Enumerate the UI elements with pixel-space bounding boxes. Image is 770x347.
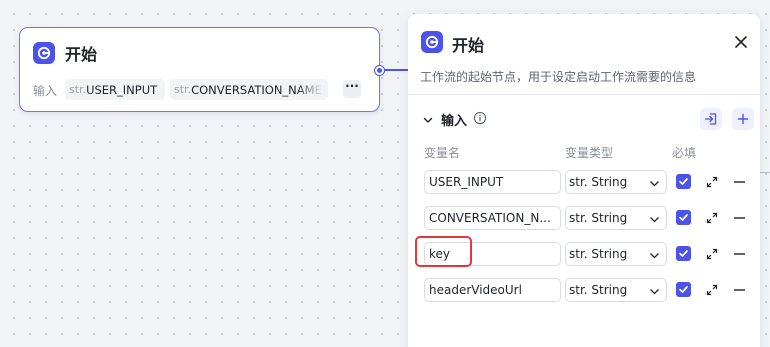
variable-type-select[interactable]: str. String	[565, 242, 667, 266]
start-icon	[33, 42, 55, 64]
column-header-name: 变量名	[424, 146, 461, 160]
variable-type-value: str. String	[569, 211, 628, 225]
plus-icon[interactable]	[732, 108, 754, 130]
divider	[408, 94, 760, 95]
check-icon	[679, 178, 688, 185]
variable-row: str. String	[408, 241, 760, 267]
required-checkbox[interactable]	[676, 210, 691, 225]
node-input-tag: str. CONVERSATION_NAME	[170, 79, 328, 100]
variable-name-input[interactable]	[424, 242, 561, 266]
variable-row: str. String	[408, 169, 760, 195]
start-node-card[interactable]: 开始 输入 str. USER_INPUT str. CONVERSATION_NA…	[19, 27, 380, 112]
panel-title: 开始	[452, 36, 485, 55]
variable-type-select[interactable]: str. String	[565, 170, 667, 194]
chevron-down-icon	[650, 217, 659, 223]
check-icon	[679, 286, 688, 293]
variable-name-input[interactable]	[424, 278, 561, 302]
node-input-tag: str. USER_INPUT	[65, 79, 165, 100]
variable-type-value: str. String	[569, 175, 628, 189]
variable-row: str. String	[408, 205, 760, 231]
chevron-down-icon	[650, 181, 659, 187]
minus-icon[interactable]	[734, 217, 745, 219]
column-header-required: 必填	[672, 146, 697, 160]
tag-type: str.	[69, 83, 87, 96]
node-input-label: 输入	[33, 84, 58, 98]
variable-type-value: str. String	[569, 283, 628, 297]
expand-icon[interactable]	[705, 247, 719, 261]
check-icon	[679, 250, 688, 257]
variable-name-input[interactable]	[424, 206, 561, 230]
expand-icon[interactable]	[705, 175, 719, 189]
tag-name: CONVERSATION_NAME	[191, 82, 322, 97]
node-title: 开始	[65, 45, 98, 64]
more-tags-button[interactable]: ···	[343, 80, 361, 98]
connection-edge-stub	[760, 172, 770, 173]
close-icon[interactable]	[733, 34, 749, 50]
start-icon	[421, 31, 443, 53]
tag-type: str.	[174, 83, 192, 96]
node-output-port[interactable]	[375, 66, 384, 75]
variable-name-input[interactable]	[424, 170, 561, 194]
variable-type-select[interactable]: str. String	[565, 206, 667, 230]
node-settings-panel: 开始 工作流的起始节点，用于设定启动工作流需要的信息 输入 变量名 变量类型 必…	[408, 14, 760, 347]
required-checkbox[interactable]	[676, 282, 691, 297]
variable-type-value: str. String	[569, 247, 628, 261]
info-icon[interactable]	[473, 110, 487, 125]
column-header-type: 变量类型	[565, 146, 614, 160]
tag-name: USER_INPUT	[86, 82, 158, 97]
section-title: 输入	[441, 114, 468, 129]
check-icon	[679, 214, 688, 221]
connection-edge	[384, 69, 409, 71]
chevron-down-icon	[650, 253, 659, 259]
chevron-down-icon[interactable]	[422, 111, 434, 123]
chevron-down-icon	[650, 289, 659, 295]
expand-icon[interactable]	[705, 283, 719, 297]
minus-icon[interactable]	[734, 181, 745, 183]
variable-type-select[interactable]: str. String	[565, 278, 667, 302]
import-icon[interactable]	[700, 108, 722, 130]
minus-icon[interactable]	[734, 253, 745, 255]
minus-icon[interactable]	[734, 289, 745, 291]
required-checkbox[interactable]	[676, 246, 691, 261]
panel-description: 工作流的起始节点，用于设定启动工作流需要的信息	[420, 70, 697, 84]
expand-icon[interactable]	[705, 211, 719, 225]
required-checkbox[interactable]	[676, 174, 691, 189]
variable-row: str. String	[408, 277, 760, 303]
